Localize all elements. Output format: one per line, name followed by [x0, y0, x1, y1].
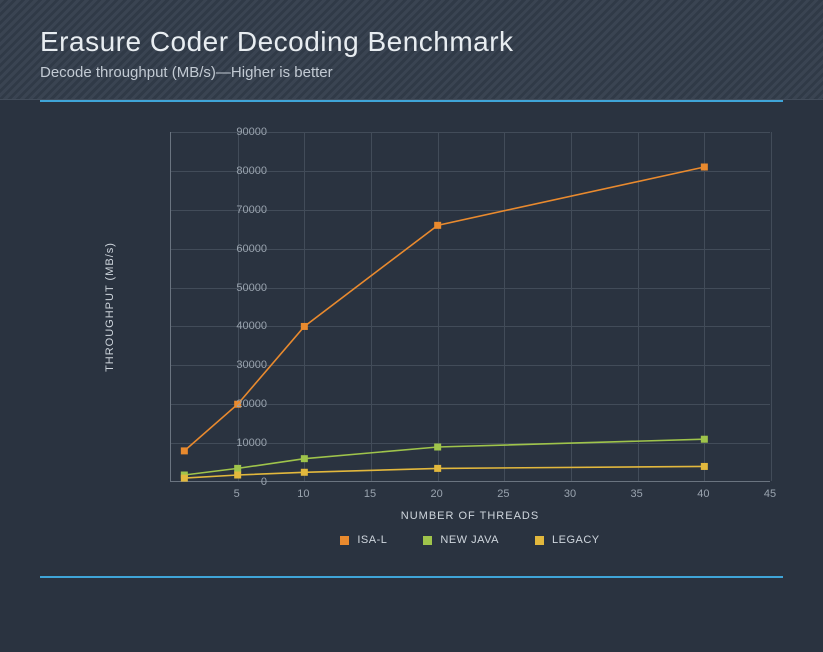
legend-label: LEGACY [552, 534, 600, 546]
x-axis-label: NUMBER OF THREADS [170, 510, 770, 522]
series-point [434, 444, 441, 451]
header: Erasure Coder Decoding Benchmark Decode … [0, 0, 823, 100]
gridline-v [771, 132, 772, 481]
legend-item: ISA-L [340, 534, 387, 546]
x-tick-label: 45 [750, 488, 790, 500]
legend-item: NEW JAVA [423, 534, 499, 546]
chart: THROUGHPUT (MB/s) NUMBER OF THREADS ISA-… [60, 122, 763, 552]
y-tick-label: 60000 [167, 243, 267, 255]
x-tick-label: 20 [417, 488, 457, 500]
y-tick-label: 0 [167, 476, 267, 488]
y-tick-label: 70000 [167, 204, 267, 216]
page-subtitle: Decode throughput (MB/s)—Higher is bette… [40, 64, 783, 81]
y-axis-label: THROUGHPUT (MB/s) [104, 242, 116, 372]
y-tick-label: 40000 [167, 320, 267, 332]
legend-marker [535, 536, 544, 545]
series-point [301, 455, 308, 462]
legend-item: LEGACY [535, 534, 600, 546]
series-point [434, 465, 441, 472]
legend-marker [423, 536, 432, 545]
y-tick-label: 20000 [167, 398, 267, 410]
x-tick-label: 40 [683, 488, 723, 500]
legend-label: NEW JAVA [440, 534, 499, 546]
legend: ISA-L NEW JAVA LEGACY [170, 534, 770, 546]
series-point [434, 222, 441, 229]
series-point [701, 463, 708, 470]
y-tick-label: 30000 [167, 359, 267, 371]
series-layer [171, 132, 771, 482]
footer-accent-line [40, 576, 783, 578]
series-point [301, 323, 308, 330]
y-tick-label: 90000 [167, 126, 267, 138]
x-tick-label: 5 [217, 488, 257, 500]
x-tick-label: 10 [283, 488, 323, 500]
x-tick-label: 35 [617, 488, 657, 500]
y-tick-label: 50000 [167, 282, 267, 294]
page-title: Erasure Coder Decoding Benchmark [40, 26, 783, 58]
legend-label: ISA-L [357, 534, 387, 546]
x-tick-label: 15 [350, 488, 390, 500]
series-point [701, 436, 708, 443]
y-tick-label: 10000 [167, 437, 267, 449]
y-tick-label: 80000 [167, 165, 267, 177]
x-tick-label: 30 [550, 488, 590, 500]
series-point [301, 469, 308, 476]
x-tick-label: 25 [483, 488, 523, 500]
chart-container: THROUGHPUT (MB/s) NUMBER OF THREADS ISA-… [0, 102, 823, 562]
legend-marker [340, 536, 349, 545]
series-point [701, 164, 708, 171]
series-point [234, 465, 241, 472]
plot-area [170, 132, 770, 482]
